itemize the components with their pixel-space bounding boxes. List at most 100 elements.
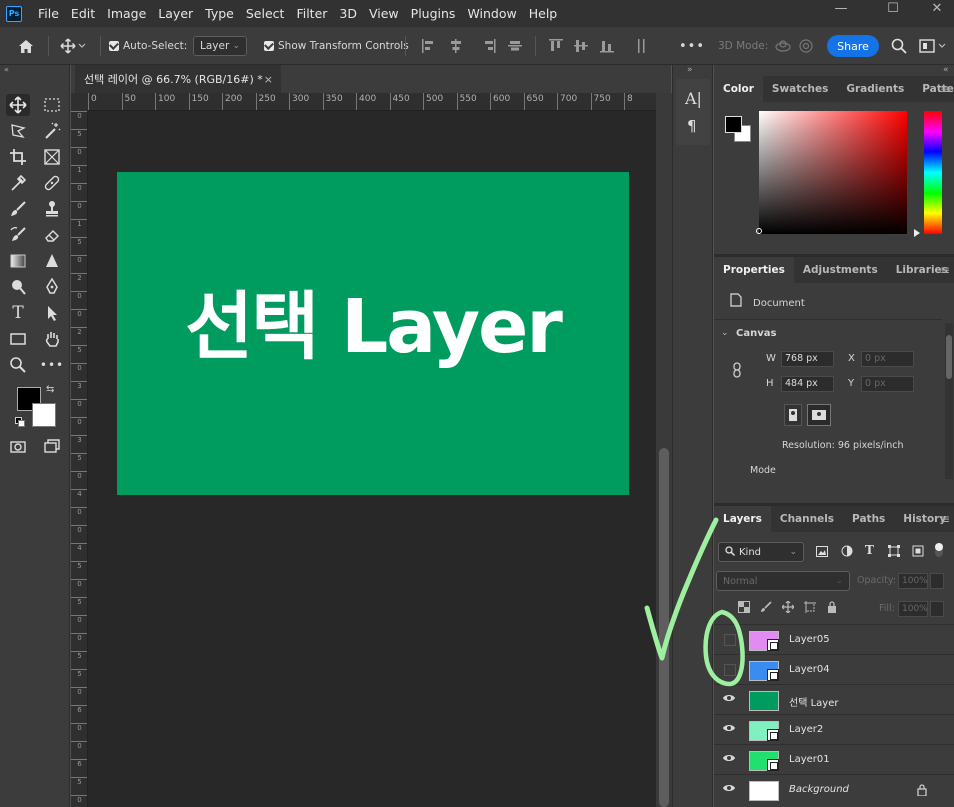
canvas-section-chevron-icon[interactable]: ⌄ — [721, 328, 729, 338]
fill-field[interactable]: 100% — [898, 601, 928, 617]
workspace-switcher-icon[interactable] — [919, 27, 949, 65]
foreground-color-chip[interactable] — [725, 116, 742, 133]
tab-swatches[interactable]: Swatches — [763, 76, 837, 102]
x-field[interactable]: 0 px — [861, 351, 914, 367]
menu-3d[interactable]: 3D — [333, 0, 363, 27]
opacity-dropdown[interactable] — [930, 573, 944, 589]
move-tool-preset-icon[interactable] — [60, 27, 86, 65]
screen-mode-icon[interactable] — [40, 436, 64, 458]
character-panel-icon[interactable]: A| — [685, 89, 702, 108]
filter-pixel-icon[interactable] — [816, 546, 828, 560]
layer-row[interactable]: Layer05 — [714, 624, 954, 654]
search-icon[interactable] — [891, 27, 907, 65]
auto-select-toggle[interactable]: Auto-Select: — [109, 27, 187, 65]
menu-window[interactable]: Window — [461, 0, 522, 27]
paragraph-panel-icon[interactable]: ¶ — [687, 117, 697, 135]
layer-row[interactable]: Background — [714, 774, 954, 804]
filter-toggle[interactable] — [935, 543, 943, 557]
visibility-toggle[interactable] — [724, 664, 736, 676]
properties-scrollbar[interactable] — [945, 323, 953, 479]
crop-tool-icon[interactable] — [6, 146, 30, 168]
menu-layer[interactable]: Layer — [152, 0, 199, 27]
close-tab-icon[interactable]: × — [264, 73, 273, 86]
menu-filter[interactable]: Filter — [290, 0, 333, 27]
visibility-eye-icon[interactable] — [722, 753, 736, 767]
frame-tool-icon[interactable] — [40, 146, 64, 168]
close-icon[interactable]: ✕ — [922, 0, 952, 20]
filter-adjustment-icon[interactable] — [841, 545, 853, 560]
portrait-orientation-icon[interactable] — [784, 404, 802, 426]
edit-toolbar-icon[interactable]: ••• — [40, 354, 64, 376]
y-field[interactable]: 0 px — [861, 376, 914, 392]
fill-dropdown[interactable] — [930, 601, 944, 617]
quick-mask-icon[interactable] — [6, 436, 30, 458]
marquee-tool-icon[interactable] — [40, 94, 64, 116]
filter-shape-icon[interactable] — [888, 545, 900, 560]
menu-image[interactable]: Image — [101, 0, 152, 27]
clone-stamp-tool-icon[interactable] — [40, 198, 64, 220]
brush-tool-icon[interactable] — [6, 198, 30, 220]
blend-mode-dropdown[interactable]: Normal ⌄ — [716, 571, 850, 591]
collapse-dock-icon[interactable]: » — [687, 65, 693, 75]
hue-slider-handle[interactable] — [914, 229, 920, 237]
tab-adjustments[interactable]: Adjustments — [794, 257, 887, 283]
zoom-tool-icon[interactable] — [6, 354, 30, 376]
menu-plugins[interactable]: Plugins — [405, 0, 462, 27]
scrollbar-thumb[interactable] — [659, 448, 669, 807]
minimize-icon[interactable]: — — [826, 0, 856, 20]
collapse-right-icon[interactable]: « — [943, 65, 949, 75]
filter-smart-object-icon[interactable] — [912, 545, 924, 560]
eyedropper-tool-icon[interactable] — [6, 172, 30, 194]
panel-menu-icon[interactable]: ≡ — [940, 506, 950, 532]
menu-help[interactable]: Help — [523, 0, 564, 27]
layer-row[interactable]: Layer01 — [714, 744, 954, 774]
eraser-tool-icon[interactable] — [40, 224, 64, 246]
tab-properties[interactable]: Properties — [714, 257, 794, 283]
link-dimensions-icon[interactable] — [732, 362, 742, 381]
blur-tool-icon[interactable] — [40, 250, 64, 272]
path-selection-tool-icon[interactable] — [40, 302, 64, 324]
rectangle-tool-icon[interactable] — [6, 328, 30, 350]
menu-file[interactable]: File — [32, 0, 65, 27]
hue-slider[interactable] — [924, 111, 942, 234]
layer-row[interactable]: 선택 Layer — [714, 684, 954, 714]
width-field[interactable]: 768 px — [781, 351, 834, 367]
layer-row[interactable]: Layer2 — [714, 714, 954, 744]
height-field[interactable]: 484 px — [781, 376, 834, 392]
vertical-ruler[interactable]: 0 5 0 1 0 0 1 5 0 2 0 0 2 5 0 3 0 0 3 5 0 4 0 0 4 5 0 5 0 0 5 5 0 6 0 0 6 5 0 — [71, 111, 88, 807]
home-icon[interactable] — [18, 27, 34, 65]
ruler-origin[interactable] — [71, 93, 88, 111]
gradient-tool-icon[interactable] — [6, 250, 30, 272]
auto-select-checkbox[interactable] — [109, 41, 119, 51]
color-picker-field[interactable] — [759, 111, 907, 234]
type-tool-icon[interactable]: T — [6, 302, 30, 324]
healing-brush-tool-icon[interactable] — [40, 172, 64, 194]
share-button[interactable]: Share — [827, 35, 879, 57]
move-tool-icon[interactable] — [6, 94, 30, 116]
history-brush-tool-icon[interactable] — [6, 224, 30, 246]
lock-all-icon[interactable] — [826, 601, 838, 613]
more-options-button[interactable]: ••• — [679, 27, 705, 65]
collapse-panel-icon[interactable]: « — [4, 65, 68, 74]
tab-channels[interactable]: Channels — [771, 506, 843, 532]
swap-colors-icon[interactable]: ⇆ — [46, 384, 54, 395]
lock-transparent-icon[interactable] — [738, 601, 750, 613]
tab-color[interactable]: Color — [714, 76, 763, 102]
menu-edit[interactable]: Edit — [65, 0, 101, 27]
panel-menu-icon[interactable]: ≡ — [940, 257, 950, 283]
lock-pixels-icon[interactable] — [760, 601, 772, 613]
layer-lock-icon[interactable] — [917, 784, 927, 799]
dodge-tool-icon[interactable] — [6, 276, 30, 298]
hand-tool-icon[interactable] — [40, 328, 64, 350]
color-picker-cursor[interactable] — [756, 228, 762, 234]
show-transform-toggle[interactable]: Show Transform Controls — [264, 27, 409, 65]
opacity-field[interactable]: 100% — [898, 573, 928, 589]
menu-type[interactable]: Type — [199, 0, 240, 27]
visibility-eye-icon[interactable] — [722, 693, 736, 707]
lock-artboard-icon[interactable] — [804, 601, 816, 613]
lock-position-icon[interactable] — [782, 601, 794, 613]
layer-row[interactable]: Layer04 — [714, 654, 954, 684]
horizontal-ruler[interactable]: 0 50 100 150 200 250 300 350 400 450 500 550 600 650 7… — [88, 93, 656, 111]
canvas-area[interactable]: 선택 Layer — [88, 111, 656, 807]
lasso-tool-icon[interactable] — [6, 120, 30, 142]
